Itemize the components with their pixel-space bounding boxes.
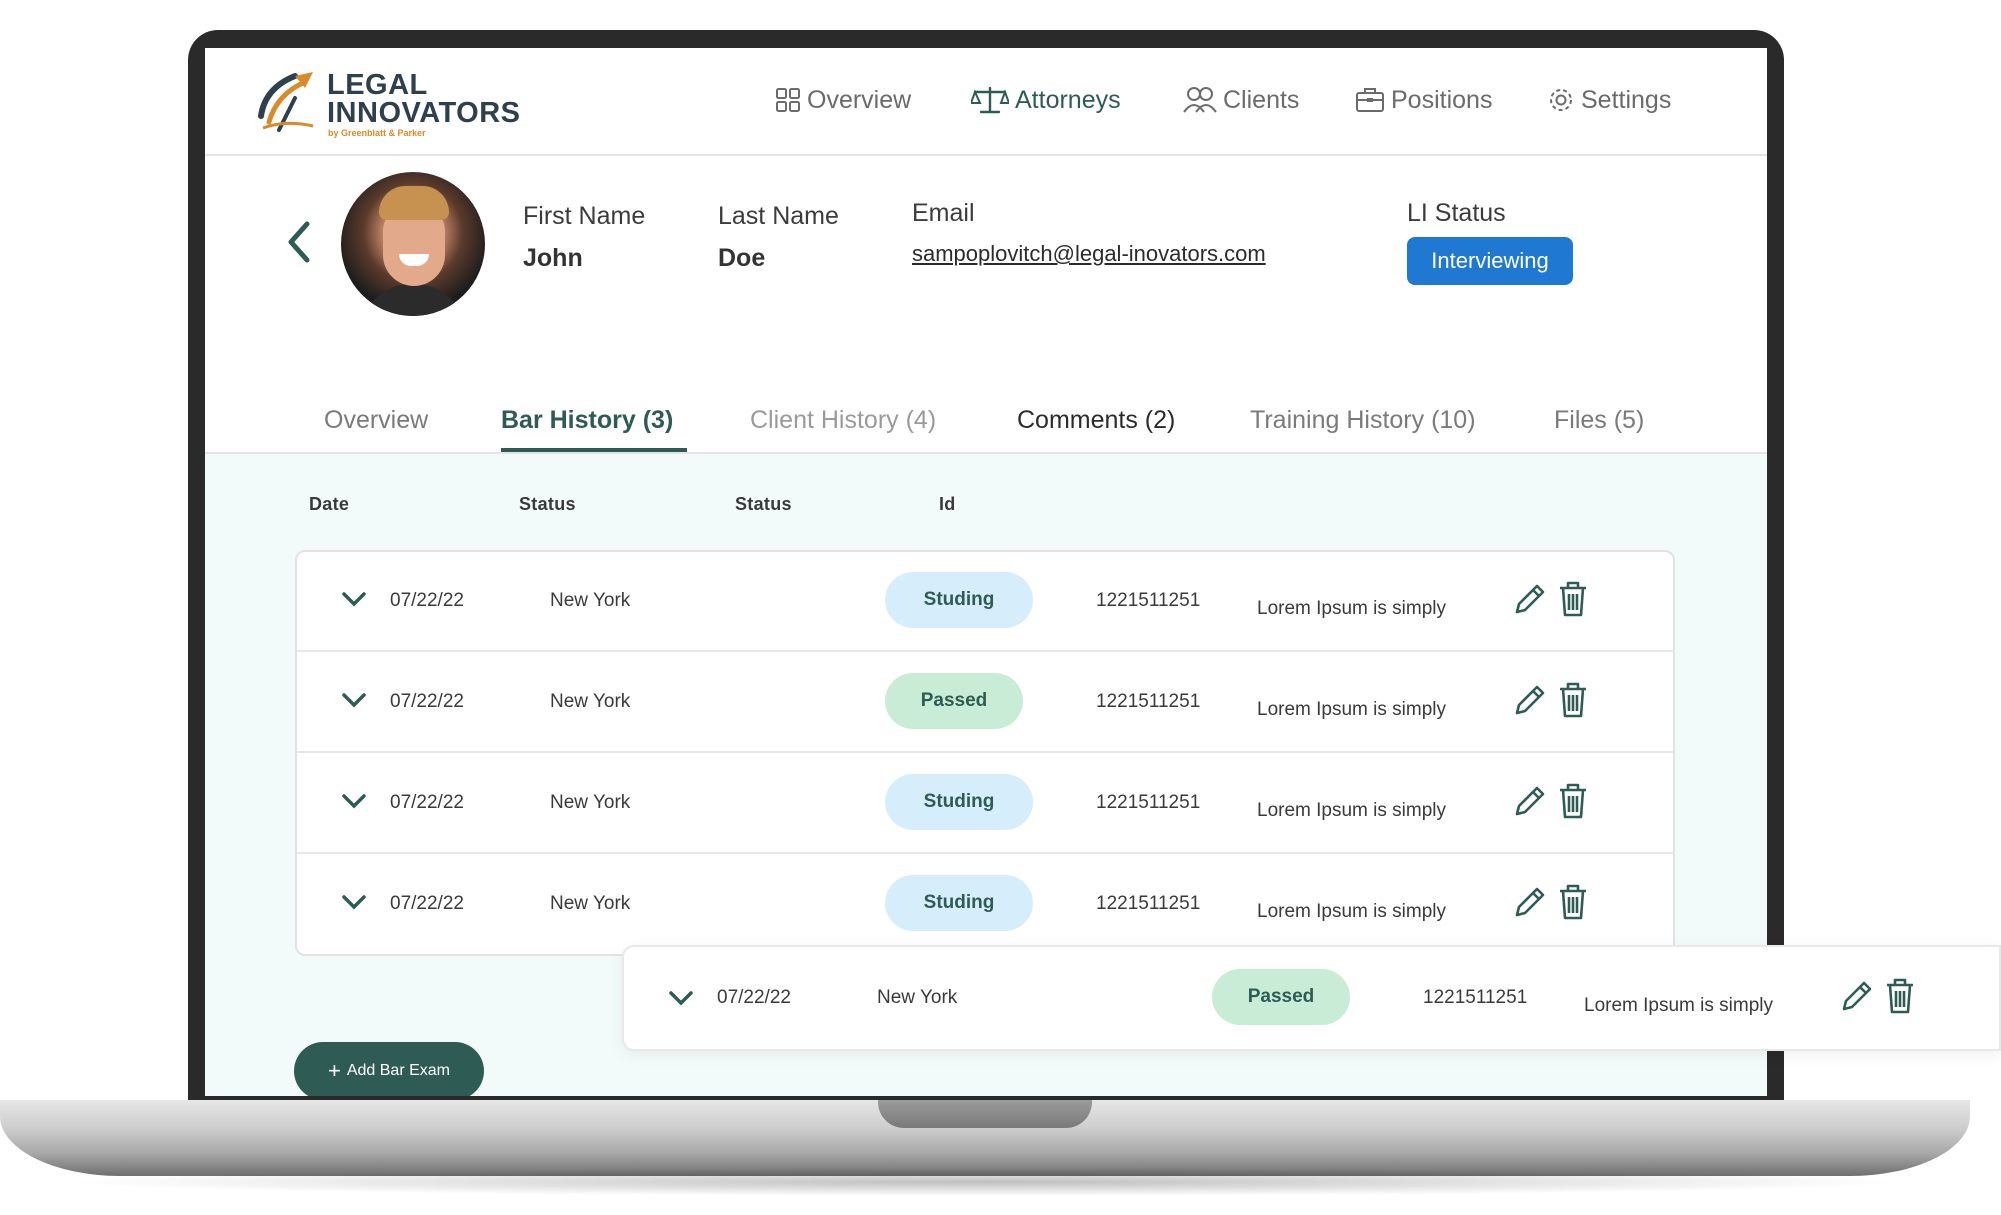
grid-icon (776, 88, 800, 112)
chevron-down-icon[interactable] (341, 893, 367, 911)
tab-client-history[interactable]: Client History (4) (750, 406, 936, 435)
table-row[interactable]: 07/22/22 New York Studing 1221511251 Lor… (297, 552, 1673, 652)
avatar-hair (379, 186, 449, 220)
logo-text-line1: LEGAL (327, 69, 428, 101)
chevron-down-icon[interactable] (668, 989, 694, 1007)
first-name-value: John (523, 244, 583, 272)
status-badge: Studing (885, 774, 1033, 830)
first-name-label: First Name (523, 202, 646, 230)
row-note: Lorem Ipsum is simply (1257, 598, 1446, 619)
nav-label: Settings (1581, 85, 1672, 114)
row-state: New York (550, 691, 631, 712)
briefcase-icon (1356, 88, 1384, 112)
li-status-badge[interactable]: Interviewing (1407, 237, 1573, 285)
last-name-label: Last Name (718, 202, 839, 230)
row-state: New York (550, 792, 631, 813)
floating-table-row[interactable]: 07/22/22 New York Passed 1221511251 Lore… (622, 945, 2001, 1051)
row-note: Lorem Ipsum is simply (1257, 800, 1446, 821)
app-screen: LEGAL INNOVATORS by Greenblatt & Parker … (205, 48, 1767, 1096)
row-state: New York (550, 590, 631, 611)
top-header: LEGAL INNOVATORS by Greenblatt & Parker … (205, 48, 1767, 156)
avatar (341, 172, 485, 316)
email-label: Email (912, 199, 975, 227)
pencil-icon[interactable] (1511, 883, 1547, 921)
row-date: 07/22/22 (390, 792, 464, 813)
row-id: 1221511251 (1096, 590, 1201, 611)
last-name-value: Doe (718, 244, 766, 272)
back-arrow-icon[interactable] (283, 220, 313, 264)
pencil-icon[interactable] (1838, 977, 1874, 1015)
trash-icon[interactable] (1884, 977, 1916, 1015)
laptop-shadow (60, 1168, 1910, 1196)
bar-history-table: 07/22/22 New York Studing 1221511251 Lor… (295, 550, 1675, 956)
col-header-status-2[interactable]: Status (735, 494, 792, 515)
col-header-status[interactable]: Status (519, 494, 576, 515)
row-date: 07/22/22 (390, 691, 464, 712)
row-state: New York (877, 987, 958, 1008)
trash-icon[interactable] (1557, 782, 1589, 820)
logo-text-line2: INNOVATORS (327, 97, 521, 129)
add-bar-exam-button[interactable]: + Add Bar Exam (294, 1042, 484, 1096)
trash-icon[interactable] (1557, 681, 1589, 719)
gear-icon (1550, 89, 1572, 111)
pencil-icon[interactable] (1511, 681, 1547, 719)
nav-positions[interactable]: Positions (1355, 82, 1492, 118)
logo[interactable]: LEGAL INNOVATORS by Greenblatt & Parker (255, 68, 520, 138)
row-date: 07/22/22 (390, 893, 464, 914)
table-row[interactable]: 07/22/22 New York Studing 1221511251 Lor… (297, 855, 1673, 954)
tab-comments[interactable]: Comments (2) (1017, 406, 1175, 435)
nav-clients[interactable]: Clients (1183, 82, 1299, 118)
row-note: Lorem Ipsum is simply (1257, 901, 1446, 922)
row-date: 07/22/22 (390, 590, 464, 611)
users-icon (1183, 87, 1217, 113)
nav-label: Overview (807, 85, 912, 114)
add-bar-exam-label: Add Bar Exam (346, 1062, 450, 1079)
nav-label: Clients (1223, 85, 1300, 114)
avatar-body (361, 284, 465, 316)
nav-attorneys[interactable]: Attorneys (971, 82, 1121, 118)
logo-icon (258, 72, 314, 132)
logo-subtitle: by Greenblatt & Parker (328, 128, 426, 138)
table-row[interactable]: 07/22/22 New York Passed 1221511251 Lore… (297, 653, 1673, 753)
trash-icon[interactable] (1557, 580, 1589, 618)
row-id: 1221511251 (1096, 893, 1201, 914)
col-header-date[interactable]: Date (309, 494, 349, 515)
col-header-id[interactable]: Id (939, 494, 956, 515)
table-row[interactable]: 07/22/22 New York Studing 1221511251 Lor… (297, 754, 1673, 854)
chevron-down-icon[interactable] (341, 691, 367, 709)
li-status-label: LI Status (1407, 199, 1506, 227)
active-tab-indicator (501, 448, 687, 452)
chevron-down-icon[interactable] (341, 590, 367, 608)
email-link[interactable]: sampoplovitch@legal-inovators.com (912, 241, 1266, 267)
nav-overview[interactable]: Overview (775, 82, 911, 118)
pencil-icon[interactable] (1511, 782, 1547, 820)
pencil-icon[interactable] (1511, 580, 1547, 618)
nav-settings[interactable]: Settings (1547, 82, 1671, 118)
tab-bar-history[interactable]: Bar History (3) (501, 406, 673, 435)
row-id: 1221511251 (1423, 987, 1528, 1008)
row-id: 1221511251 (1096, 792, 1201, 813)
row-state: New York (550, 893, 631, 914)
nav-label: Positions (1391, 85, 1493, 114)
status-badge: Studing (885, 875, 1033, 931)
laptop-notch (878, 1100, 1092, 1128)
row-date: 07/22/22 (717, 987, 791, 1008)
scales-icon (971, 86, 1009, 114)
nav-label: Attorneys (1015, 85, 1121, 114)
tab-training-history[interactable]: Training History (10) (1250, 406, 1476, 435)
status-badge: Passed (1212, 969, 1350, 1025)
trash-icon[interactable] (1557, 883, 1589, 921)
row-note: Lorem Ipsum is simply (1584, 995, 1773, 1016)
tab-files[interactable]: Files (5) (1554, 406, 1644, 435)
status-badge: Passed (885, 673, 1023, 729)
row-note: Lorem Ipsum is simply (1257, 699, 1446, 720)
tab-overview[interactable]: Overview (324, 406, 428, 435)
plus-icon: + (327, 1058, 341, 1083)
tab-bar: Overview Bar History (3) Client History … (205, 378, 1767, 454)
row-id: 1221511251 (1096, 691, 1201, 712)
chevron-down-icon[interactable] (341, 792, 367, 810)
status-badge: Studing (885, 572, 1033, 628)
